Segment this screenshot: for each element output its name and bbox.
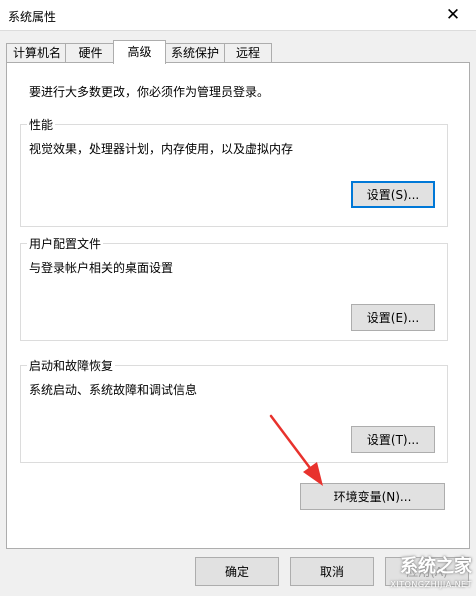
user-profiles-group: 用户配置文件 与登录帐户相关的桌面设置 设置(E)... [20,235,448,341]
title-bar: 系统属性 ✕ [0,0,476,31]
tab-hardware[interactable]: 硬件 [65,43,116,63]
ok-button[interactable]: 确定 [195,557,279,586]
performance-group: 性能 视觉效果，处理器计划，内存使用，以及虚拟内存 设置(S)... [20,116,448,227]
performance-settings-button[interactable]: 设置(S)... [351,181,435,208]
user-profiles-description: 与登录帐户相关的桌面设置 [29,261,174,275]
watermark-brand: 系统之家 [400,556,472,577]
startup-recovery-group: 启动和故障恢复 系统启动、系统故障和调试信息 设置(T)... [20,357,448,463]
startup-recovery-settings-button[interactable]: 设置(T)... [351,426,435,453]
startup-recovery-group-title: 启动和故障恢复 [27,357,116,374]
watermark-url: XITONGZHIJIA.NET [390,580,472,589]
cancel-button[interactable]: 取消 [290,557,374,586]
advanced-tab-panel: 要进行大多数更改，你必须作为管理员登录。 性能 视觉效果，处理器计划，内存使用，… [6,62,470,549]
watermark: 系统之家 XITONGZHIJIA.NET [390,558,472,594]
tab-computer-name[interactable]: 计算机名 [6,43,68,63]
user-profiles-settings-button[interactable]: 设置(E)... [351,304,435,331]
tab-remote[interactable]: 远程 [224,43,272,63]
admin-note: 要进行大多数更改，你必须作为管理员登录。 [29,85,270,99]
performance-group-title: 性能 [27,116,56,133]
startup-recovery-description: 系统启动、系统故障和调试信息 [29,383,198,397]
close-icon[interactable]: ✕ [430,0,476,30]
red-arrow-icon [269,414,323,486]
performance-description: 视觉效果，处理器计划，内存使用，以及虚拟内存 [29,142,294,156]
tab-advanced[interactable]: 高级 [113,40,166,64]
user-profiles-group-title: 用户配置文件 [27,235,104,252]
window-title: 系统属性 [8,10,57,24]
tab-system-protection[interactable]: 系统保护 [163,43,227,63]
